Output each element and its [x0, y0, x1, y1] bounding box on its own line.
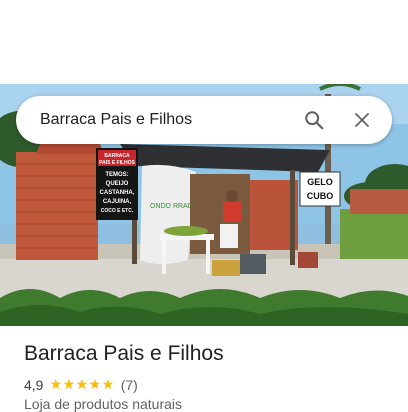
search-input[interactable]: Barraca Pais e Filhos	[40, 111, 292, 129]
gelo-line-1: GELO	[307, 177, 333, 187]
close-icon	[355, 113, 369, 127]
review-count[interactable]: (7)	[121, 377, 138, 393]
map-top-area	[0, 0, 408, 84]
sign-line-4: CAJUINA,	[103, 199, 132, 205]
search-icon	[305, 111, 324, 130]
rating-value: 4,9	[24, 376, 44, 393]
clear-search-button[interactable]	[340, 98, 384, 142]
search-button[interactable]	[292, 98, 336, 142]
sign-line-3: CASTANHA,	[100, 190, 135, 196]
gelo-line-2: CUBO	[307, 191, 334, 201]
banner-line-1: BARRACA	[104, 153, 130, 159]
sign-line-2: QUEIJO	[106, 181, 129, 187]
sack-text: ONDO RRAD	[150, 203, 193, 210]
rating-row[interactable]: 4,9 ★★★★★ (7)	[24, 376, 138, 393]
place-info-panel[interactable]: Barraca Pais e Filhos 4,9 ★★★★★ (7) Loja…	[0, 326, 408, 412]
search-bar[interactable]: Barraca Pais e Filhos	[16, 96, 392, 144]
place-title: Barraca Pais e Filhos	[24, 342, 224, 365]
sign-line-5: COCO E ETC.	[101, 208, 134, 214]
place-category: Loja de produtos naturais	[24, 396, 182, 412]
banner-line-2: PAIS E FILHOS	[99, 160, 135, 166]
star-rating-icon: ★★★★★	[49, 376, 115, 392]
sign-line-1: TEMOS:	[105, 172, 128, 178]
